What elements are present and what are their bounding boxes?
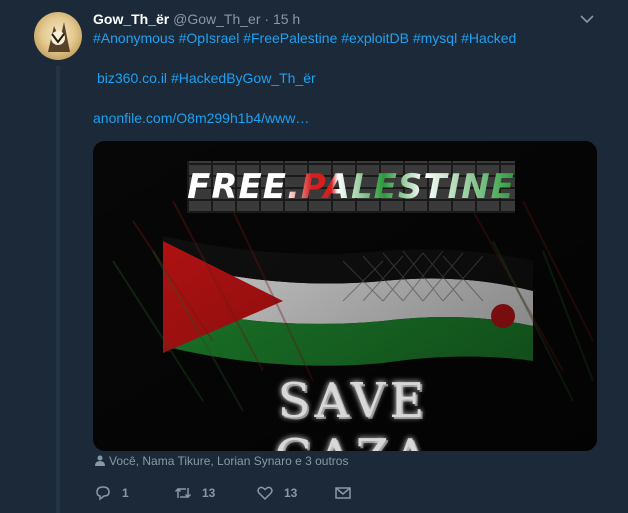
header-separator: · — [264, 11, 270, 27]
avatar[interactable] — [34, 12, 82, 60]
heart-icon — [257, 486, 273, 501]
liked-by-line[interactable]: Você, Nama Tikure, Lorian Synaro e 3 out… — [95, 453, 348, 469]
retweet-icon — [174, 487, 192, 499]
media-banner: FREE.PALESTINE — [187, 161, 515, 213]
tweet-link[interactable]: anonfile.com/O8m299h1b4/www… — [93, 109, 309, 127]
like-count: 13 — [284, 486, 298, 500]
tweet-hashtags[interactable]: #Anonymous #OpIsrael #FreePalestine #exp… — [93, 29, 516, 47]
site-link[interactable]: biz360.co.il — [97, 70, 167, 86]
thread-connector-line — [56, 66, 60, 513]
reply-count: 1 — [122, 486, 129, 500]
media-banner-text: FREE.PALESTINE — [187, 167, 515, 207]
author-name[interactable]: Gow_Th_ër — [93, 11, 169, 27]
envelope-icon — [335, 487, 351, 499]
person-icon — [95, 455, 105, 466]
hacked-by-hashtag[interactable]: #HackedByGow_Th_ër — [171, 70, 316, 86]
media-caption-text: SAVE GAZA — [274, 373, 429, 451]
tweet-media-image[interactable]: FREE.PALESTINE SAVE GAZA — [93, 141, 597, 451]
chevron-down-icon[interactable] — [579, 11, 595, 27]
reply-icon — [96, 486, 110, 501]
direct-message-button[interactable] — [334, 484, 352, 502]
avatar-image — [48, 22, 70, 52]
tweet-site-line: biz360.co.il #HackedByGow_Th_ër — [97, 69, 316, 87]
reply-button[interactable]: 1 — [94, 484, 129, 502]
like-button[interactable]: 13 — [256, 484, 297, 502]
retweet-button[interactable]: 13 — [174, 484, 215, 502]
tweet-timestamp[interactable]: 15 h — [273, 11, 300, 27]
author-handle[interactable]: @Gow_Th_er — [173, 11, 260, 27]
liked-by-text: Você, Nama Tikure, Lorian Synaro e 3 out… — [109, 454, 349, 468]
retweet-count: 13 — [202, 486, 216, 500]
tweet-header: Gow_Th_ër @Gow_Th_er · 15 h — [93, 10, 300, 28]
